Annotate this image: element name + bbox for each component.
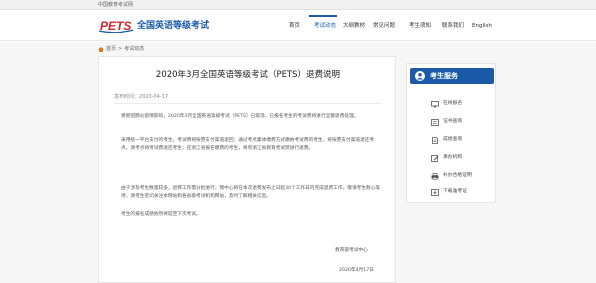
services-header: 考生服务 xyxy=(410,68,494,84)
breadcrumb-current[interactable]: 考试动态 xyxy=(124,45,144,53)
article-panel: 2020年3月全国英语等级考试（PETS）退费说明 发布时间：2020-04-1… xyxy=(98,56,396,283)
nav-syllabus[interactable]: 大纲教材 xyxy=(343,22,365,30)
article-paragraph-1: 受新冠肺炎疫情影响，2020年3月全国英语等级考试（PETS）已取消，已报名考生… xyxy=(121,114,359,119)
org-link[interactable]: 中国教育考试网 xyxy=(98,1,133,9)
service-label: 成绩查询 xyxy=(443,137,463,142)
svg-text:PETS: PETS xyxy=(100,19,131,33)
download-icon xyxy=(431,188,439,196)
signature-org: 教育部考试中心 xyxy=(335,248,368,253)
nav-contact[interactable]: 联系我们 xyxy=(442,22,464,30)
print-icon xyxy=(431,172,439,180)
service-online-registration[interactable]: 在线报名 xyxy=(431,100,462,108)
article-paragraph-4: 考生的报名成绩依然将延至下次考试。 xyxy=(121,212,201,217)
service-label: 证书查询 xyxy=(443,119,463,124)
breadcrumb: 首页 > 考试动态 xyxy=(98,45,144,53)
nav-active-indicator xyxy=(309,15,337,17)
nav-candidate-notice[interactable]: 考生须知 xyxy=(409,22,431,30)
nav-exam-news[interactable]: 考试动态 xyxy=(314,22,336,30)
service-organizers[interactable]: 承办机构 xyxy=(431,154,462,162)
top-strip: 中国教育考试网 xyxy=(0,0,596,10)
candidate-icon xyxy=(415,71,425,81)
breadcrumb-home[interactable]: 首页 xyxy=(106,45,116,53)
monitor-icon xyxy=(431,100,439,107)
article-paragraph-3: 由于涉及考生数量较多，退费工作需分批进行，我中心将在本次退费发布之日起30个工作… xyxy=(121,186,381,199)
service-admission-ticket[interactable]: 下载准考证 xyxy=(431,188,467,196)
date-label: 发布时间： xyxy=(114,94,140,100)
edit-icon xyxy=(431,154,439,162)
certificate-icon xyxy=(431,118,439,126)
nav-home[interactable]: 首页 xyxy=(289,22,300,30)
site-header: PETS 全国英语等级考试 首页 考试动态 大纲教材 常见问题 考生须知 联系我… xyxy=(0,11,596,41)
breadcrumb-separator: > xyxy=(118,46,123,52)
site-title: 全国英语等级考试 xyxy=(137,21,210,31)
article-date: 发布时间：2020-04-17 xyxy=(114,94,168,101)
candidate-services-panel: 考生服务 在线报名 证书查询 成绩查询 承办机构 补办合格证明 下载准考证 xyxy=(406,63,496,203)
article-paragraph-2: 采用统一平台支付的考生，考试费将按原支付渠道退回；通过考点集体缴费方式缴纳考试费… xyxy=(121,138,375,151)
home-icon xyxy=(98,46,104,52)
service-label: 承办机构 xyxy=(443,155,463,160)
service-label: 在线报名 xyxy=(443,101,463,106)
service-replacement-certificate[interactable]: 补办合格证明 xyxy=(431,172,472,180)
service-certificate-query[interactable]: 证书查询 xyxy=(431,118,462,126)
nav-faq[interactable]: 常见问题 xyxy=(373,22,395,30)
nav-english[interactable]: English xyxy=(472,22,492,30)
signature-date: 2020年4月17日 xyxy=(339,268,374,273)
document-icon xyxy=(432,136,438,144)
date-value: 2020-04-17 xyxy=(139,94,169,100)
service-label: 下载准考证 xyxy=(443,189,467,194)
services-title: 考生服务 xyxy=(430,72,458,80)
service-label: 补办合格证明 xyxy=(443,173,472,178)
pets-logo[interactable]: PETS xyxy=(98,18,134,33)
service-score-query[interactable]: 成绩查询 xyxy=(431,136,462,144)
article-title: 2020年3月全国英语等级考试（PETS）退费说明 xyxy=(155,70,341,80)
title-divider xyxy=(114,103,382,104)
